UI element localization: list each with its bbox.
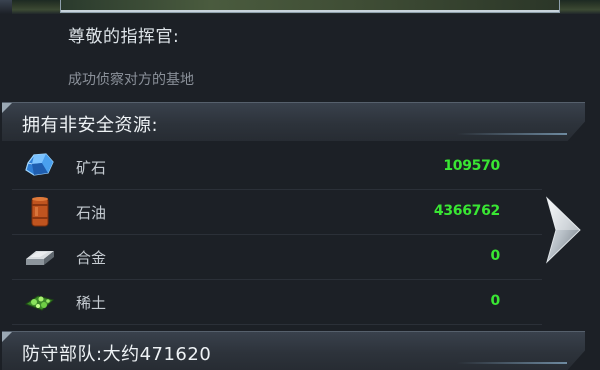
defense-troops-label: 防守部队:大约471620 <box>22 344 212 365</box>
resource-row-oil: 石油 4366762 <box>12 190 542 235</box>
chevron-right-icon <box>546 196 581 264</box>
resources-header-title: 拥有非安全资源: <box>22 115 159 136</box>
resource-value: 0 <box>490 293 501 309</box>
header-accent-line <box>457 362 567 364</box>
resource-row-rare-earth: 稀土 0 <box>12 280 542 325</box>
scout-result-text: 成功侦察对方的基地 <box>68 72 194 88</box>
banner-frame <box>60 0 560 13</box>
resource-row-alloy: 合金 0 <box>12 235 542 280</box>
alloy-bar-icon <box>22 241 56 271</box>
resource-name: 稀土 <box>76 294 107 312</box>
rare-earth-icon <box>22 286 56 316</box>
resource-value: 109570 <box>443 158 500 174</box>
defense-bar: 防守部队:大约471620 <box>2 331 585 370</box>
resource-name: 矿石 <box>76 159 107 177</box>
resource-value: 4366762 <box>433 203 500 219</box>
resource-value: 0 <box>490 248 501 264</box>
panel-corner <box>0 0 12 14</box>
top-banner <box>0 0 600 14</box>
oil-barrel-icon <box>22 196 56 227</box>
resource-name: 石油 <box>76 204 107 222</box>
greeting-text: 尊敬的指挥官: <box>68 27 180 47</box>
next-page-button[interactable] <box>544 196 582 264</box>
resource-row-ore: 矿石 109570 <box>12 145 542 190</box>
resource-name: 合金 <box>76 249 107 267</box>
header-accent-line <box>457 133 567 135</box>
resources-header-bar: 拥有非安全资源: <box>2 102 585 141</box>
ore-crystal-icon <box>22 151 56 181</box>
